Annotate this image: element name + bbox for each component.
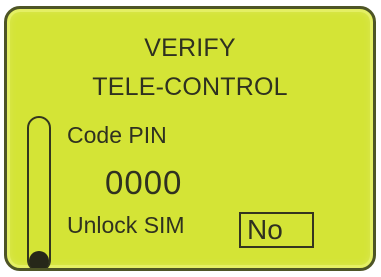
unlock-sim-value-box[interactable]: No bbox=[239, 212, 314, 248]
lcd-screen: VERIFY TELE-CONTROL Code PIN 0000 Unlock… bbox=[4, 6, 376, 271]
lcd-content: VERIFY TELE-CONTROL Code PIN 0000 Unlock… bbox=[7, 9, 373, 268]
scrollbar-thumb[interactable] bbox=[29, 251, 49, 268]
screen-title-verify: VERIFY bbox=[144, 34, 236, 62]
device-frame: VERIFY TELE-CONTROL Code PIN 0000 Unlock… bbox=[0, 0, 381, 277]
scrollbar-track[interactable] bbox=[27, 116, 51, 268]
unlock-sim-value: No bbox=[247, 214, 283, 245]
screen-title-tele-control: TELE-CONTROL bbox=[92, 73, 288, 101]
unlock-sim-label: Unlock SIM bbox=[67, 212, 185, 238]
code-pin-value[interactable]: 0000 bbox=[105, 166, 182, 199]
code-pin-label: Code PIN bbox=[67, 122, 167, 148]
